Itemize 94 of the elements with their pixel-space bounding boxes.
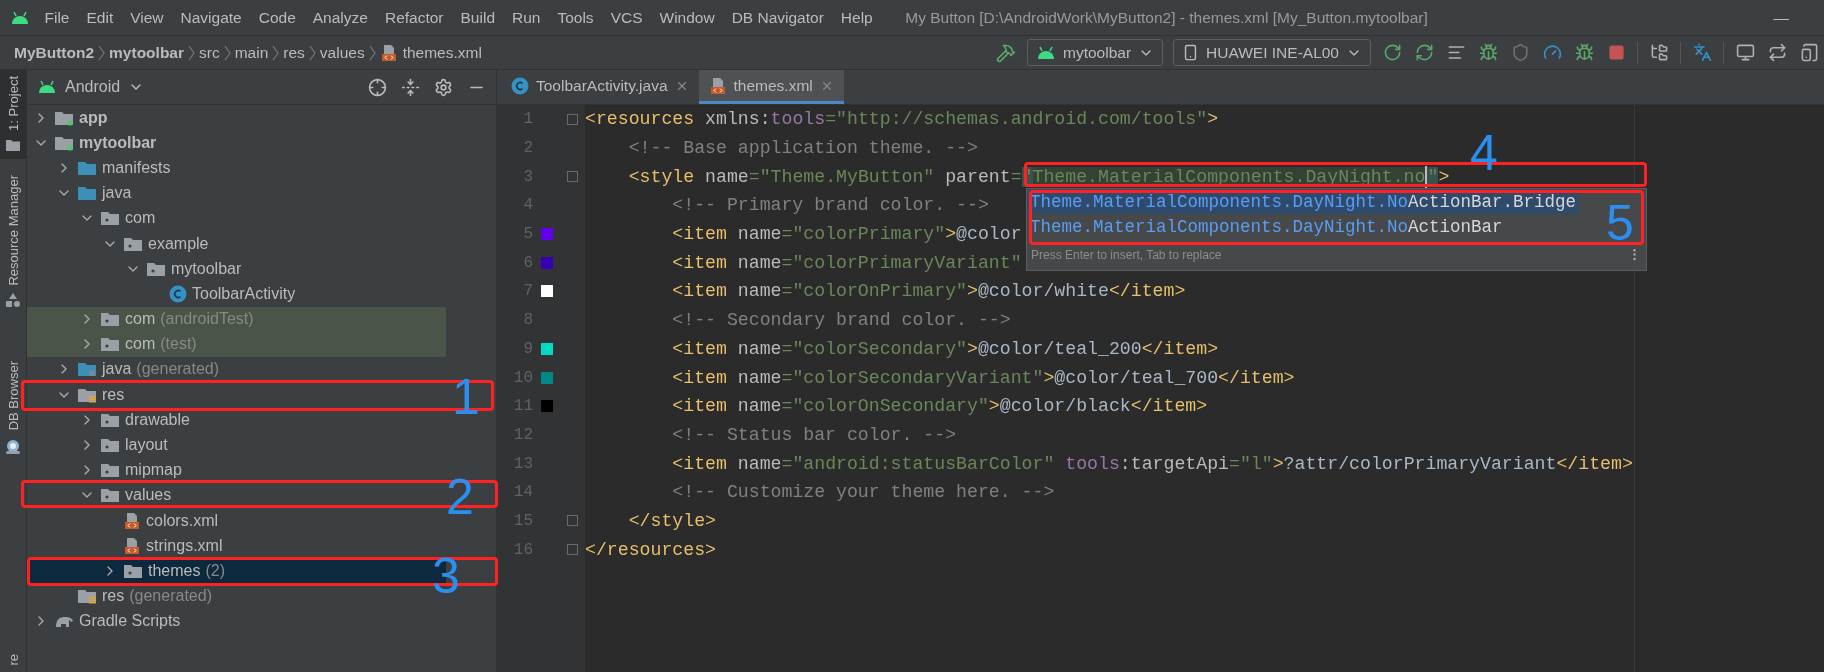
code-line: <resources xmlns:tools="http://schemas.android.com/tools">: [585, 108, 1219, 132]
breadcrumb-item[interactable]: res: [283, 43, 305, 62]
window-title: My Button [D:\AndroidWork\MyButton2] - themes.xml [My_Button.mytoolbar]: [905, 8, 1428, 27]
menu-item[interactable]: Run: [503, 8, 549, 27]
menu-item[interactable]: Help: [832, 8, 882, 27]
tree-row[interactable]: values: [27, 482, 446, 508]
code-line: <item name="colorPrimary">@color: [671, 223, 1022, 247]
tree-row[interactable]: com (androidTest): [27, 306, 446, 332]
tree-item-label: drawable: [125, 410, 190, 429]
menu-item[interactable]: Navigate: [172, 8, 251, 27]
breadcrumb-item[interactable]: src: [199, 43, 220, 62]
tool-window-tab[interactable]: re: [5, 653, 21, 666]
tree-item-label: mytoolbar: [171, 259, 242, 278]
tree-item-note: (generated): [129, 587, 212, 606]
tree-item-label: java: [102, 360, 132, 379]
code-line: <!-- Customize your theme here. -->: [671, 481, 1055, 505]
tree-row[interactable]: mipmap: [27, 457, 446, 483]
tool-window-tab[interactable]: DB Browser: [5, 361, 21, 431]
code-line: <item name="android:statusBarColor" tools:targetApi="l">?attr/colorPrimaryVariant</item>: [671, 452, 1633, 476]
code-line: </resources>: [585, 538, 716, 562]
breadcrumb-item[interactable]: mytoolbar: [109, 43, 184, 62]
tree-item-label: res: [102, 587, 125, 606]
code-line: <!-- Status bar color. -->: [671, 423, 957, 447]
code-line: <!-- Primary brand color. -->: [671, 194, 989, 218]
tree-row[interactable]: colors.xml: [27, 508, 446, 534]
code-line: <item name="colorSecondaryVariant">@color/teal_700</item>: [671, 366, 1295, 390]
menu-item[interactable]: DB Navigator: [723, 8, 833, 27]
tree-item-label: com: [125, 335, 156, 354]
tree-row[interactable]: mytoolbar: [27, 256, 446, 282]
tree-item-label: mytoolbar: [79, 133, 157, 152]
tree-row[interactable]: manifests: [27, 155, 446, 181]
menu-item[interactable]: Build: [452, 8, 504, 27]
tree-item-label: res: [102, 385, 125, 404]
tree-item-label: strings.xml: [146, 536, 223, 555]
tree-item-label: values: [125, 486, 172, 505]
completion-item[interactable]: Theme.MaterialComponents.DayNight.NoActionBar: [1027, 214, 1506, 239]
tree-row[interactable]: example: [27, 230, 446, 257]
run-configuration-dropdown[interactable]: mytoolbar: [1027, 39, 1164, 66]
tree-item-label: java: [102, 184, 132, 203]
tree-item-label: com: [125, 209, 156, 228]
tree-row[interactable]: layout: [27, 432, 446, 458]
code-line: <item name="colorPrimaryVariant": [671, 251, 1022, 275]
project-view-selector[interactable]: Android: [65, 78, 121, 96]
breadcrumb-item[interactable]: themes.xml: [402, 43, 482, 62]
tree-item-label: app: [79, 108, 108, 127]
menu-item[interactable]: View: [121, 8, 173, 27]
tree-row[interactable]: Gradle Scripts: [27, 608, 446, 634]
popup-hint: Press Enter to insert, Tab to replace: [1031, 247, 1222, 262]
menu-item[interactable]: File: [36, 8, 78, 27]
tree-row[interactable]: com (test): [27, 331, 446, 357]
tree-item-label: com: [125, 310, 156, 329]
code-line: <item name="colorOnSecondary">@color/black</item>: [671, 395, 1208, 419]
tree-row[interactable]: mytoolbar: [27, 130, 446, 156]
menu-item[interactable]: Code: [250, 8, 305, 27]
code-line: <item name="colorSecondary">@color/teal_200</item>: [671, 337, 1219, 361]
tree-row[interactable]: com: [27, 205, 446, 231]
breadcrumb-item[interactable]: main: [234, 43, 269, 62]
tree-row[interactable]: app: [27, 105, 446, 131]
menu-item[interactable]: Edit: [78, 8, 122, 27]
tree-item-label: Gradle Scripts: [79, 612, 181, 631]
code-line: </style>: [627, 509, 716, 533]
tree-row[interactable]: res: [27, 382, 446, 408]
code-line: <!-- Secondary brand color. -->: [671, 309, 1011, 333]
menu-item[interactable]: Analyze: [304, 8, 377, 27]
tree-item-label: colors.xml: [146, 511, 218, 530]
tree-row[interactable]: drawable: [27, 407, 446, 433]
completion-item[interactable]: Theme.MaterialComponents.DayNight.NoActionBar.Bridge: [1027, 189, 1580, 214]
tree-item-label: mipmap: [125, 461, 182, 480]
tree-row[interactable]: ToolbarActivity: [27, 281, 446, 307]
tree-row[interactable]: java: [27, 180, 446, 206]
menu-item[interactable]: Tools: [548, 8, 603, 27]
tree-row[interactable]: java (generated): [27, 356, 446, 383]
menu-item[interactable]: Refactor: [376, 8, 453, 27]
minimize-button[interactable]: —: [1773, 8, 1789, 27]
menu-item[interactable]: VCS: [602, 8, 651, 27]
editor-tab[interactable]: ToolbarActivity.java: [501, 70, 699, 104]
menu-item[interactable]: Window: [651, 8, 724, 27]
breadcrumb-item[interactable]: MyButton2: [14, 43, 95, 62]
editor-tab[interactable]: themes.xml: [698, 70, 844, 104]
tree-item-label: layout: [125, 436, 168, 455]
code-line: <item name="colorOnPrimary">@color/white</item>: [671, 280, 1186, 304]
tree-item-note: (generated): [136, 360, 220, 379]
tree-item-note: (2): [205, 561, 226, 580]
code-line: <!-- Base application theme. -->: [627, 137, 978, 161]
tree-item-label: themes: [148, 561, 201, 580]
tool-window-tab[interactable]: Resource Manager: [5, 174, 21, 286]
annotation-number: 5: [1606, 198, 1634, 248]
tree-item-note: (androidTest): [160, 310, 254, 329]
tree-item-note: (test): [160, 335, 197, 354]
tree-item-label: ToolbarActivity: [192, 284, 296, 303]
device-dropdown[interactable]: HUAWEI INE-AL00: [1173, 39, 1371, 66]
tree-item-label: example: [148, 234, 209, 253]
breadcrumb-item[interactable]: values: [319, 43, 365, 62]
tree-item-label: manifests: [102, 158, 171, 177]
